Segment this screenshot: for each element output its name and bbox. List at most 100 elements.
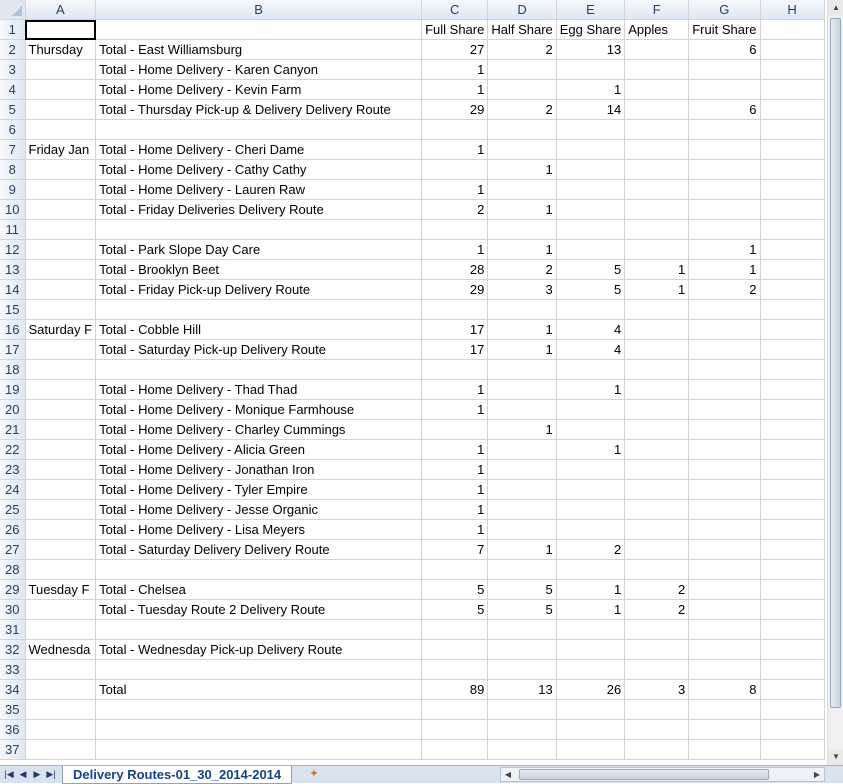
cell-f31[interactable]	[624, 619, 690, 640]
cell-g32[interactable]	[688, 639, 761, 660]
cell-a31[interactable]	[25, 619, 97, 640]
cell-a13[interactable]	[25, 259, 97, 280]
cell-c27[interactable]: 7	[421, 539, 489, 560]
cell-g1[interactable]: Fruit Share	[688, 19, 761, 40]
cell-h29[interactable]	[760, 579, 825, 600]
cell-g29[interactable]	[688, 579, 761, 600]
cell-c14[interactable]: 29	[421, 279, 489, 300]
cell-d16[interactable]: 1	[487, 319, 557, 340]
cell-e5[interactable]: 14	[556, 99, 626, 120]
row-header[interactable]: 18	[0, 359, 26, 380]
cell-a20[interactable]	[25, 399, 97, 420]
cell-c18[interactable]	[421, 359, 489, 380]
cell-e31[interactable]	[556, 619, 626, 640]
cell-h24[interactable]	[760, 479, 825, 500]
cell-a15[interactable]	[25, 299, 97, 320]
cell-a1[interactable]	[25, 19, 97, 40]
cell-a29[interactable]: Tuesday F	[25, 579, 97, 600]
cell-a24[interactable]	[25, 479, 97, 500]
cell-h25[interactable]	[760, 499, 825, 520]
cell-g20[interactable]	[688, 399, 761, 420]
cell-e35[interactable]	[556, 699, 626, 720]
cell-d35[interactable]	[487, 699, 557, 720]
cell-g33[interactable]	[688, 659, 761, 680]
cell-b32[interactable]: Total - Wednesday Pick-up Delivery Route	[95, 639, 423, 660]
cell-c5[interactable]: 29	[421, 99, 489, 120]
cell-b9[interactable]: Total - Home Delivery - Lauren Raw	[95, 179, 423, 200]
cell-c24[interactable]: 1	[421, 479, 489, 500]
cell-h18[interactable]	[760, 359, 825, 380]
cell-e8[interactable]	[556, 159, 626, 180]
cell-e17[interactable]: 4	[556, 339, 626, 360]
cell-d12[interactable]: 1	[487, 239, 557, 260]
row-header[interactable]: 24	[0, 479, 26, 500]
row-header[interactable]: 9	[0, 179, 26, 200]
cell-f11[interactable]	[624, 219, 690, 240]
cell-h10[interactable]	[760, 199, 825, 220]
cell-c20[interactable]: 1	[421, 399, 489, 420]
cell-e1[interactable]: Egg Share	[556, 19, 626, 40]
cell-f35[interactable]	[624, 699, 690, 720]
scroll-up-icon[interactable]: ▲	[828, 0, 843, 16]
cell-g34[interactable]: 8	[688, 679, 761, 700]
row-header[interactable]: 27	[0, 539, 26, 560]
next-sheet-icon[interactable]: ▶	[30, 767, 44, 781]
cell-g36[interactable]	[688, 719, 761, 740]
cell-g9[interactable]	[688, 179, 761, 200]
cell-f1[interactable]: Apples	[624, 19, 690, 40]
cell-c11[interactable]	[421, 219, 489, 240]
cell-d4[interactable]	[487, 79, 557, 100]
cell-a8[interactable]	[25, 159, 97, 180]
cell-e29[interactable]: 1	[556, 579, 626, 600]
cell-a14[interactable]	[25, 279, 97, 300]
cell-b21[interactable]: Total - Home Delivery - Charley Cummings	[95, 419, 423, 440]
cell-h8[interactable]	[760, 159, 825, 180]
cell-e2[interactable]: 13	[556, 39, 626, 60]
column-header-f[interactable]: F	[624, 0, 690, 20]
cell-h26[interactable]	[760, 519, 825, 540]
cell-g8[interactable]	[688, 159, 761, 180]
cell-f22[interactable]	[624, 439, 690, 460]
cell-h14[interactable]	[760, 279, 825, 300]
cell-a34[interactable]	[25, 679, 97, 700]
cell-h12[interactable]	[760, 239, 825, 260]
cell-a5[interactable]	[25, 99, 97, 120]
cell-e18[interactable]	[556, 359, 626, 380]
cell-g27[interactable]	[688, 539, 761, 560]
cell-e32[interactable]	[556, 639, 626, 660]
cell-d32[interactable]	[487, 639, 557, 660]
cell-b22[interactable]: Total - Home Delivery - Alicia Green	[95, 439, 423, 460]
cell-b26[interactable]: Total - Home Delivery - Lisa Meyers	[95, 519, 423, 540]
cell-c30[interactable]: 5	[421, 599, 489, 620]
cell-b37[interactable]	[95, 739, 423, 760]
cell-b23[interactable]: Total - Home Delivery - Jonathan Iron	[95, 459, 423, 480]
cell-a36[interactable]	[25, 719, 97, 740]
cell-b18[interactable]	[95, 359, 423, 380]
cell-a23[interactable]	[25, 459, 97, 480]
cell-h13[interactable]	[760, 259, 825, 280]
cell-h20[interactable]	[760, 399, 825, 420]
cell-a10[interactable]	[25, 199, 97, 220]
cell-g6[interactable]	[688, 119, 761, 140]
cell-f10[interactable]	[624, 199, 690, 220]
cell-c2[interactable]: 27	[421, 39, 489, 60]
cell-f17[interactable]	[624, 339, 690, 360]
cell-g17[interactable]	[688, 339, 761, 360]
cell-c13[interactable]: 28	[421, 259, 489, 280]
cell-d2[interactable]: 2	[487, 39, 557, 60]
cell-b34[interactable]: Total	[95, 679, 423, 700]
cell-h23[interactable]	[760, 459, 825, 480]
cell-b20[interactable]: Total - Home Delivery - Monique Farmhous…	[95, 399, 423, 420]
horizontal-scrollbar[interactable]: ◀ ▶	[500, 767, 825, 782]
cell-b25[interactable]: Total - Home Delivery - Jesse Organic	[95, 499, 423, 520]
cell-b13[interactable]: Total - Brooklyn Beet	[95, 259, 423, 280]
cell-e36[interactable]	[556, 719, 626, 740]
scroll-down-icon[interactable]: ▼	[828, 749, 843, 765]
cell-b35[interactable]	[95, 699, 423, 720]
cell-a11[interactable]	[25, 219, 97, 240]
cell-d13[interactable]: 2	[487, 259, 557, 280]
cell-e20[interactable]	[556, 399, 626, 420]
cell-h33[interactable]	[760, 659, 825, 680]
cell-h30[interactable]	[760, 599, 825, 620]
cell-f4[interactable]	[624, 79, 690, 100]
